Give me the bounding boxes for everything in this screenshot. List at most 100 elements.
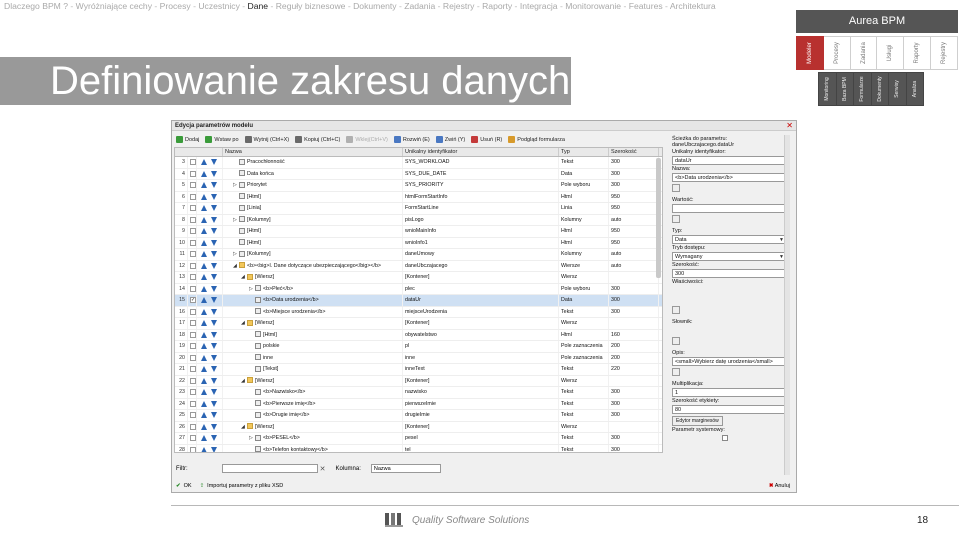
toolbar-button[interactable]: Podgląd formularza — [508, 136, 565, 143]
move-down-icon[interactable] — [211, 170, 217, 177]
table-row[interactable]: 16 <b>Miejsce urodzenia</b> miejsceUrodzen… — [175, 306, 662, 318]
table-row[interactable]: 24 <b>Pierwsze imię</b> pierwszeImie Tekst 3… — [175, 398, 662, 410]
nav-item[interactable]: Uczestnicy — [198, 1, 240, 11]
move-down-icon[interactable] — [211, 389, 217, 396]
module-tab[interactable]: Raporty — [904, 36, 932, 70]
move-down-icon[interactable] — [211, 320, 217, 327]
value-field[interactable] — [672, 204, 786, 213]
table-row[interactable]: 26 ◢ [Wiersz] [Kontener] Wiersz — [175, 421, 662, 433]
properties-scrollbar[interactable] — [784, 135, 790, 475]
edit-dictionary-icon[interactable] — [672, 337, 680, 345]
table-row[interactable]: 5 ▷ Priorytet SYS_PRIORITY Pole wyboru 300 — [175, 180, 662, 192]
move-up-icon[interactable] — [201, 170, 207, 177]
move-up-icon[interactable] — [201, 400, 207, 407]
label-width-field[interactable]: 80 — [672, 405, 786, 414]
table-row[interactable]: 23 <b>Nazwisko</b> nazwisko Tekst 300 — [175, 387, 662, 399]
toolbar-button[interactable]: Wstaw po — [205, 136, 239, 143]
move-down-icon[interactable] — [211, 366, 217, 373]
table-row[interactable]: 10 [Html] wnioInfo1 Html 950 — [175, 237, 662, 249]
width-field[interactable]: 300 — [672, 269, 786, 278]
cancel-button[interactable]: ✖ Anuluj — [769, 483, 790, 489]
nav-item[interactable]: Features — [629, 1, 663, 11]
move-up-icon[interactable] — [201, 308, 207, 315]
module-tab[interactable]: Procesy — [823, 36, 851, 70]
table-row[interactable]: 6 [Html] htmlFormStartInfo Html 950 — [175, 191, 662, 203]
toolbar-button[interactable]: Zwiń (Y) — [435, 136, 465, 143]
move-up-icon[interactable] — [201, 297, 207, 304]
table-row[interactable]: 3 Pracochłonność SYS_WORKLOAD Tekst 300 — [175, 157, 662, 169]
move-down-icon[interactable] — [211, 193, 217, 200]
module-subtab[interactable]: Analiza — [906, 72, 924, 106]
move-up-icon[interactable] — [201, 193, 207, 200]
toolbar-button[interactable]: Rozwiń (E) — [393, 136, 430, 143]
move-down-icon[interactable] — [211, 354, 217, 361]
move-down-icon[interactable] — [211, 446, 217, 452]
row-checkbox[interactable] — [188, 226, 197, 237]
row-checkbox[interactable] — [188, 180, 197, 191]
edit-properties-icon[interactable] — [672, 306, 680, 314]
table-row[interactable]: 19 polskie pl Pole zaznaczenia 200 — [175, 341, 662, 353]
row-checkbox[interactable] — [188, 410, 197, 421]
row-checkbox[interactable] — [188, 433, 197, 444]
margins-editor-button[interactable]: Edytor marginesów — [672, 416, 723, 426]
nav-item[interactable]: Monitorowanie — [565, 1, 621, 11]
nav-item[interactable]: Procesy — [160, 1, 191, 11]
row-checkbox[interactable] — [188, 387, 197, 398]
module-subtab[interactable]: Monitoring — [818, 72, 837, 106]
row-checkbox[interactable] — [188, 421, 197, 432]
table-row[interactable]: 11 ▷ [Kolumny] daneUmowy Kolumny auto — [175, 249, 662, 261]
table-row[interactable]: 18 [Html] obywatelstwo Html 160 — [175, 329, 662, 341]
nav-item[interactable]: Raporty — [482, 1, 512, 11]
module-subtab[interactable]: Baza BPM — [836, 72, 854, 106]
column-type[interactable]: Typ — [559, 148, 609, 156]
row-checkbox[interactable] — [188, 214, 197, 225]
row-checkbox[interactable] — [188, 364, 197, 375]
row-checkbox[interactable] — [188, 203, 197, 214]
move-up-icon[interactable] — [201, 389, 207, 396]
row-checkbox[interactable] — [188, 329, 197, 340]
table-row[interactable]: 22 ◢ [Wiersz] [Kontener] Wiersz — [175, 375, 662, 387]
move-down-icon[interactable] — [211, 297, 217, 304]
move-up-icon[interactable] — [201, 239, 207, 246]
move-down-icon[interactable] — [211, 412, 217, 419]
table-row[interactable]: 21 [Tekst] inneText Tekst 220 — [175, 364, 662, 376]
table-row[interactable]: 17 ◢ [Wiersz] [Kontener] Wiersz — [175, 318, 662, 330]
table-row[interactable]: 13 ◢ [Wiersz] [Kontener] Wiersz — [175, 272, 662, 284]
module-tab[interactable]: Zadania — [850, 36, 878, 70]
table-row[interactable]: 7 [Linia] FormStartLine Linia 950 — [175, 203, 662, 215]
row-checkbox[interactable] — [188, 375, 197, 386]
uid-field[interactable]: dataUr — [672, 156, 786, 165]
move-up-icon[interactable] — [201, 354, 207, 361]
row-checkbox[interactable] — [188, 398, 197, 409]
move-down-icon[interactable] — [211, 308, 217, 315]
move-down-icon[interactable] — [211, 251, 217, 258]
module-subtab[interactable]: Formularze — [854, 72, 872, 106]
nav-item[interactable]: Dane — [248, 1, 269, 11]
row-checkbox[interactable] — [188, 444, 197, 452]
module-tab[interactable]: Usługi — [877, 36, 905, 70]
table-row[interactable]: 12 ◢ <b><big>I. Dane dotyczące ubezpieczaj… — [175, 260, 662, 272]
table-row[interactable]: 25 <b>Drugie imię</b> drugieImie Tekst 300 — [175, 410, 662, 422]
toolbar-button[interactable]: Kopiuj (Ctrl+C) — [295, 136, 340, 143]
move-up-icon[interactable] — [201, 262, 207, 269]
move-up-icon[interactable] — [201, 423, 207, 430]
column-width[interactable]: Szerokość — [609, 148, 659, 156]
access-select[interactable]: Wymagany — [672, 252, 786, 261]
move-down-icon[interactable] — [211, 182, 217, 189]
table-row[interactable]: 20 inne inne Pole zaznaczenia 200 — [175, 352, 662, 364]
move-down-icon[interactable] — [211, 377, 217, 384]
move-down-icon[interactable] — [211, 285, 217, 292]
table-row[interactable]: 14 ▷ <b>Płeć</b> plec Pole wyboru 300 — [175, 283, 662, 295]
table-row[interactable]: 4 Data końca SYS_DUE_DATE Data 300 — [175, 168, 662, 180]
module-tab[interactable]: Rejestry — [931, 36, 958, 70]
nav-item[interactable]: Architektura — [670, 1, 716, 11]
name-field[interactable]: <b>Data urodzenia</b> — [672, 173, 786, 182]
nav-item[interactable]: Rejestry — [443, 1, 475, 11]
nav-item[interactable]: Dlaczego BPM ? — [4, 1, 68, 11]
move-up-icon[interactable] — [201, 320, 207, 327]
move-up-icon[interactable] — [201, 228, 207, 235]
nav-item[interactable]: Integracja — [520, 1, 558, 11]
toolbar-button[interactable]: Wklej(Ctrl+V) — [346, 136, 388, 143]
column-name[interactable]: Nazwa — [223, 148, 403, 156]
move-down-icon[interactable] — [211, 274, 217, 281]
